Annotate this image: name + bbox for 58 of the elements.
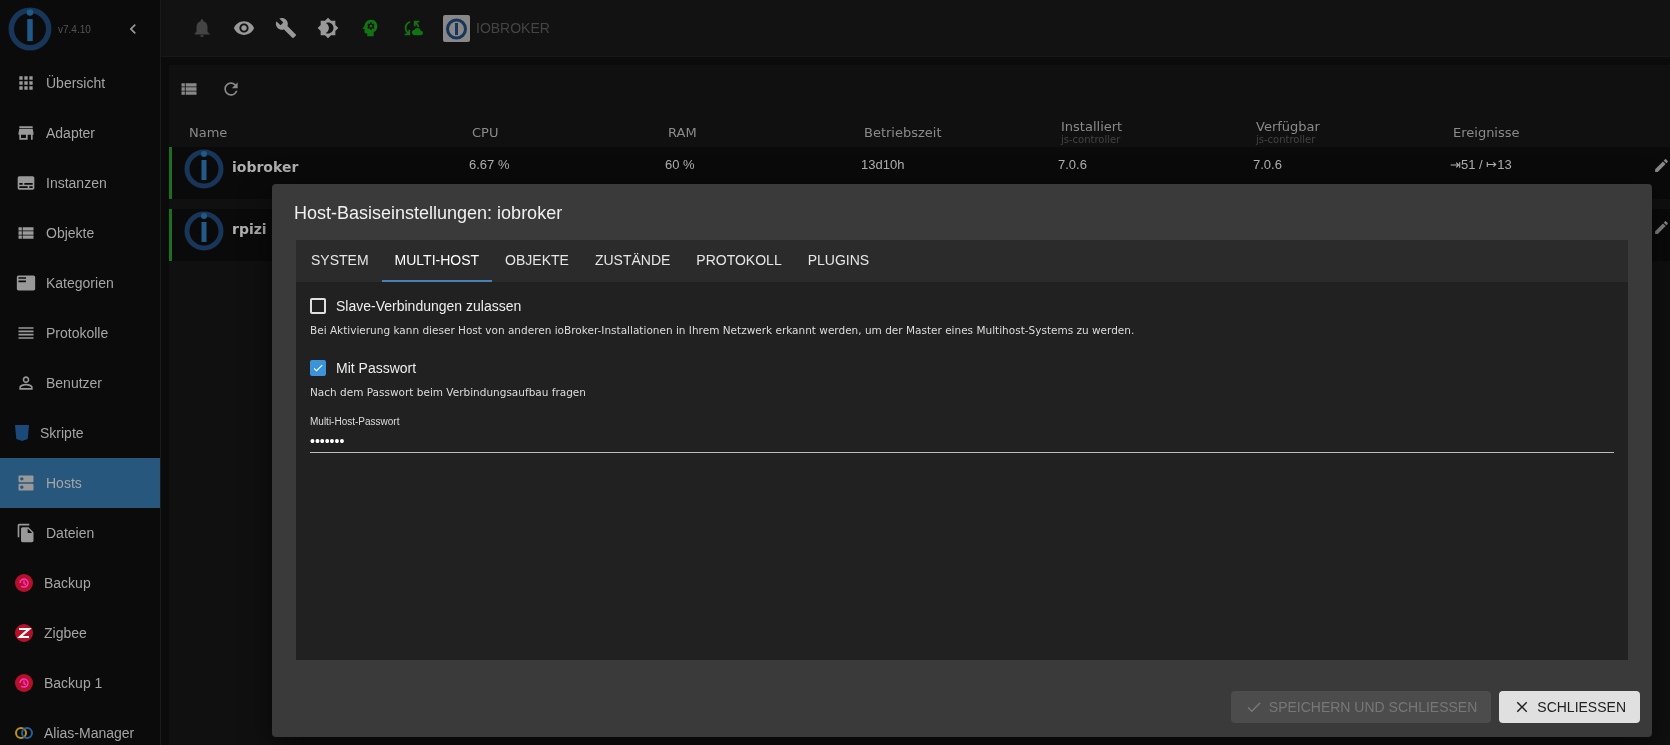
sidebar-label: Übersicht [46, 75, 106, 91]
sidebar-item[interactable]: Benutzer [0, 358, 160, 408]
sidebar-label: Kategorien [46, 275, 114, 291]
tab[interactable]: ZUSTÄNDE [581, 240, 684, 282]
table-cell-text: 60 % [664, 157, 696, 172]
sidebar-label: Benutzer [46, 375, 103, 391]
sidebar-item[interactable]: Adapter [0, 108, 160, 158]
column-header: Ereignisse [1453, 124, 1521, 140]
sidebar-label: Adapter [46, 125, 96, 141]
table-cell-text: ⇥51 / ↦13 [1449, 157, 1513, 172]
column-header: Betriebszeit [864, 124, 943, 140]
option-description: Nach dem Passwort beim Verbindungsaufbau fragen [310, 386, 587, 398]
sidebar-item[interactable]: Instanzen [0, 158, 160, 208]
password-input[interactable]: ••••••• [310, 427, 1614, 449]
table-cell-text: 13d10h [860, 157, 906, 172]
sidebar-label: Skripte [40, 425, 84, 441]
tab[interactable]: SYSTEM [298, 240, 382, 282]
sidebar-item[interactable]: Objekte [0, 208, 160, 258]
password-field[interactable]: Multi-Host-Passwort ••••••• [310, 416, 1614, 453]
sidebar-item[interactable]: Backup [0, 558, 160, 608]
dialog-title: Host-Basiseinstellungen: iobroker [293, 202, 564, 225]
sidebar-item[interactable]: Skripte [0, 408, 160, 458]
sidebar-label: Zigbee [44, 625, 87, 641]
checkbox-label: Slave-Verbindungen zulassen [336, 298, 522, 314]
sidebar-label: Backup 1 [44, 675, 103, 691]
column-header: Verfügbar [1256, 119, 1321, 134]
sidebar-label: Instanzen [46, 175, 107, 191]
table-cell-text: 7.0.6 [1057, 157, 1088, 172]
column-header: CPU [472, 124, 500, 140]
checkbox-label: Mit Passwort [336, 360, 417, 376]
sidebar-item[interactable]: Übersicht [0, 58, 160, 108]
host-name: iobroker [232, 159, 299, 175]
sidebar-label: Alias-Manager [44, 725, 135, 741]
column-header: Name [189, 124, 229, 140]
sidebar-item[interactable]: Zigbee [0, 608, 160, 658]
sidebar-label: Hosts [46, 475, 82, 491]
tab[interactable]: PROTOKOLL [683, 240, 795, 282]
option-description: Bei Aktivierung kann dieser Host von anderen ioBroker-Installationen in Ihrem Netzwerk erkannt werden, um der Master eines Multihost-Systems zu werden. [310, 324, 1136, 336]
sidebar-item[interactable]: Dateien [0, 508, 160, 558]
sidebar-label: Backup [44, 575, 91, 591]
version-label: v7.4.10 [58, 23, 91, 35]
column-header: Installiert [1061, 119, 1124, 134]
sidebar-item[interactable]: Alias-Manager [0, 708, 160, 745]
table-cell-text: 7.0.6 [1252, 157, 1283, 172]
tab[interactable]: MULTI-HOST [381, 240, 493, 282]
column-header: RAM [668, 124, 698, 140]
sidebar-label: Objekte [46, 225, 95, 241]
tab[interactable]: PLUGINS [794, 240, 883, 282]
sidebar-item[interactable]: Backup 1 [0, 658, 160, 708]
host-name: rpizi [232, 221, 267, 237]
sidebar-item[interactable]: Kategorien [0, 258, 160, 308]
sidebar-label: Dateien [46, 525, 95, 541]
table-cell-text: 6.67 % [468, 157, 511, 172]
sidebar-item[interactable]: Protokolle [0, 308, 160, 358]
close-button[interactable]: SCHLIESSEN [1499, 691, 1640, 723]
field-label: Multi-Host-Passwort [310, 416, 401, 427]
sidebar-label: Protokolle [46, 325, 109, 341]
tab[interactable]: OBJEKTE [492, 240, 582, 282]
